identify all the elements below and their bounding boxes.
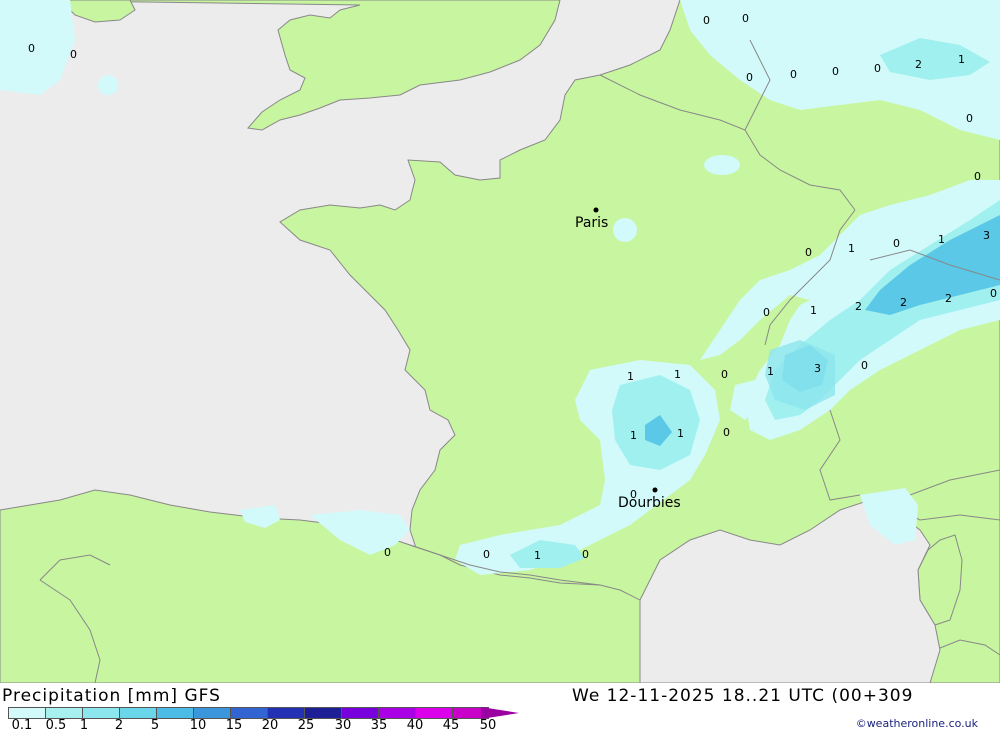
contour-label: 0: [990, 287, 997, 300]
contour-label: 0: [742, 12, 749, 25]
city-label-dourbies: Dourbies: [618, 495, 681, 511]
contour-label: 1: [630, 429, 637, 442]
legend-tick-label: 45: [442, 718, 460, 733]
contour-label: 0: [893, 237, 900, 250]
contour-label: 2: [915, 58, 922, 71]
legend-tick-label: 0.5: [45, 718, 67, 733]
contour-label: 0: [832, 65, 839, 78]
city-marker-icon: [652, 487, 658, 493]
contour-label: 0: [861, 359, 868, 372]
contour-label: 1: [848, 242, 855, 255]
contour-label: 0: [28, 42, 35, 55]
legend-tick-label: 2: [114, 718, 124, 733]
city-marker-icon: [593, 207, 599, 213]
city-label-paris: Paris: [575, 215, 608, 231]
contour-label: 0: [582, 548, 589, 561]
contour-label: 1: [810, 304, 817, 317]
contour-label: 0: [974, 170, 981, 183]
contour-label: 0: [874, 62, 881, 75]
legend-tick-label: 35: [370, 718, 388, 733]
legend-tick-label: 20: [261, 718, 279, 733]
valid-time: We 12-11-2025 18..21 UTC (00+309: [572, 686, 914, 706]
contour-label: 0: [790, 68, 797, 81]
contour-label: 2: [855, 300, 862, 313]
legend-tick-label: 25: [297, 718, 315, 733]
contour-label: 0: [746, 71, 753, 84]
contour-label: 0: [763, 306, 770, 319]
contour-label: 0: [966, 112, 973, 125]
credit-text: ©weatheronline.co.uk: [855, 717, 978, 730]
contour-label: 0: [483, 548, 490, 561]
legend-ticks: 0.1 0.5 1 2 5 10 15 20 25 30 35 40 45 50: [0, 718, 520, 733]
precip-blob-channel: [98, 75, 118, 95]
contour-label: 3: [983, 229, 990, 242]
legend-tick-label: 40: [406, 718, 424, 733]
contour-label: 1: [674, 368, 681, 381]
contour-label: 0: [384, 546, 391, 559]
contour-label: 1: [534, 549, 541, 562]
legend-tick-label: 0.1: [11, 718, 33, 733]
precip-blob-paris: [613, 218, 637, 242]
contour-label: 0: [70, 48, 77, 61]
contour-label: 1: [958, 53, 965, 66]
legend-tick-label: 15: [225, 718, 243, 733]
legend-tick-label: 5: [150, 718, 160, 733]
contour-label: 0: [721, 368, 728, 381]
legend-tick-label: 1: [79, 718, 89, 733]
contour-label: 2: [945, 292, 952, 305]
contour-label: 1: [627, 370, 634, 383]
precip-blob-belgium: [704, 155, 740, 175]
legend-tick-label: 50: [479, 718, 497, 733]
map-title: Precipitation [mm] GFS: [2, 686, 221, 706]
contour-label: 0: [723, 426, 730, 439]
contour-label: 2: [900, 296, 907, 309]
legend-tick-label: 10: [189, 718, 207, 733]
weather-map: 0 0 0 0 0 0 0 0 2 1 0 0 0 1 0 1 3 0 1 2 …: [0, 0, 1000, 683]
contour-label: 1: [677, 427, 684, 440]
contour-label: 1: [767, 365, 774, 378]
legend-tick-label: 30: [334, 718, 352, 733]
contour-label: 0: [703, 14, 710, 27]
contour-label: 0: [805, 246, 812, 259]
contour-label: 1: [938, 233, 945, 246]
contour-label: 3: [814, 362, 821, 375]
precip-mid-alps-2: [765, 340, 835, 410]
